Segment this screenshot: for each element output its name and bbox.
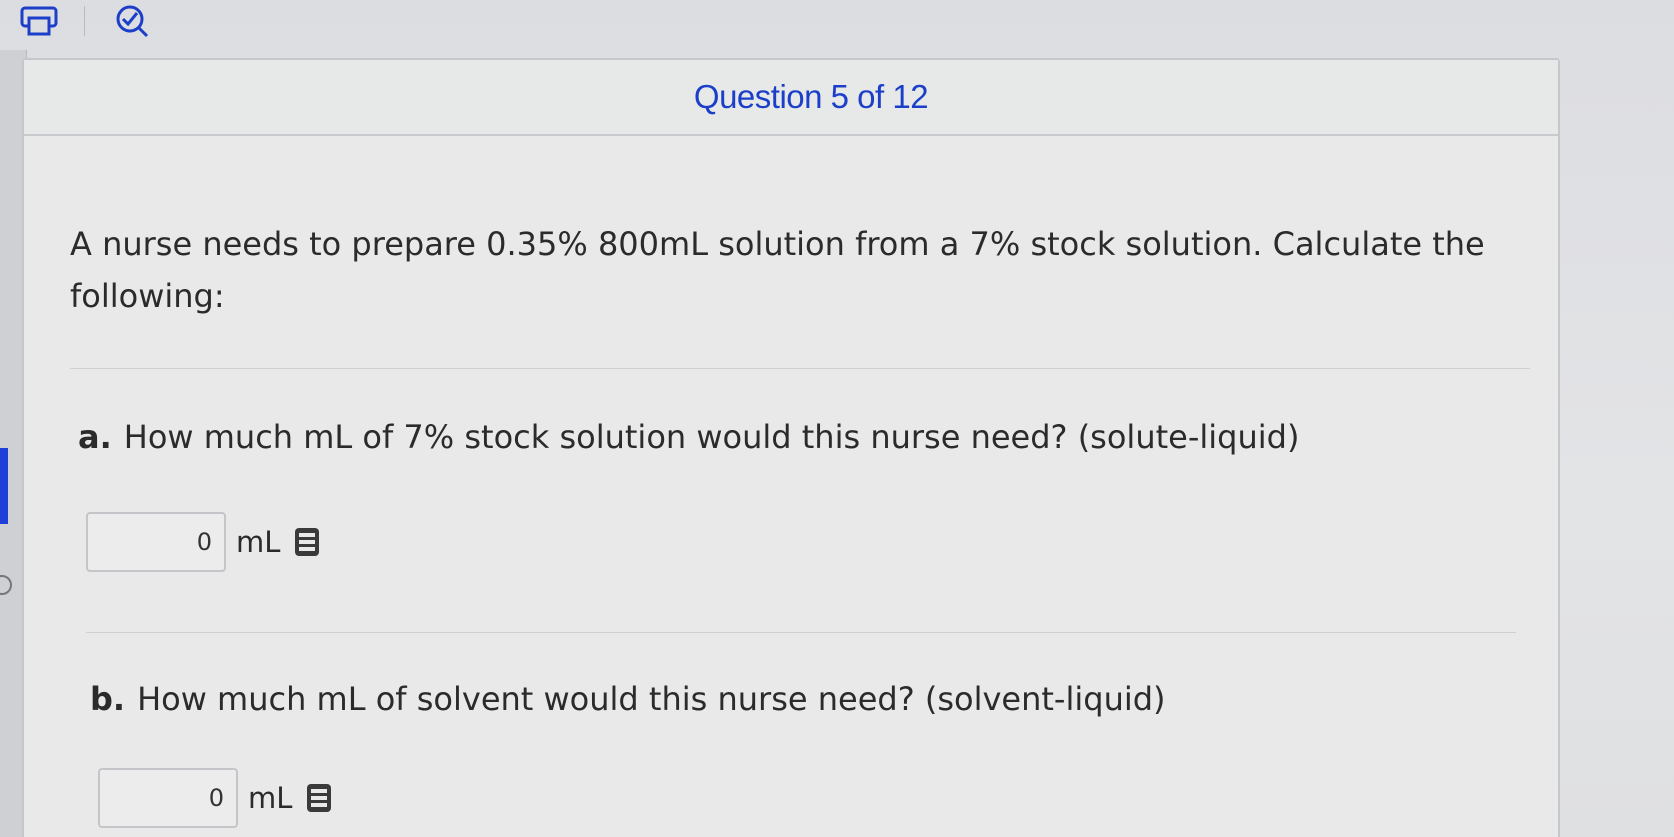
part-a-answer-input[interactable]: [86, 512, 226, 572]
part-b-answer-row: mL: [98, 768, 332, 828]
part-b-letter: b.: [90, 680, 126, 718]
part-a-text: How much mL of 7% stock solution would t…: [123, 418, 1300, 456]
part-divider: [86, 632, 1516, 633]
question-header: Question 5 of 12: [24, 60, 1558, 136]
checklist-icon[interactable]: [110, 4, 154, 38]
part-a-unit: mL: [236, 525, 281, 559]
question-counter: Question 5 of 12: [693, 78, 929, 115]
part-b-question: b. How much mL of solvent would this nurs…: [90, 680, 1166, 718]
toolbar-divider: [84, 6, 85, 36]
left-edge-icon[interactable]: [0, 574, 14, 596]
prompt-divider: [70, 368, 1530, 369]
question-prompt: A nurse needs to prepare 0.35% 800mL sol…: [70, 225, 1485, 315]
left-active-indicator: [0, 448, 8, 524]
question-card: Question 5 of 12 A nurse needs to prepar…: [22, 58, 1560, 837]
part-a-letter: a.: [78, 418, 112, 456]
screen: Question 5 of 12 A nurse needs to prepar…: [0, 0, 1674, 837]
print-icon[interactable]: [18, 4, 62, 38]
calculator-icon[interactable]: [294, 527, 320, 557]
part-b-answer-input[interactable]: [98, 768, 238, 828]
part-a-question: a. How much mL of 7% stock solution would…: [78, 418, 1299, 456]
part-b-unit: mL: [248, 781, 293, 815]
calculator-icon[interactable]: [306, 783, 332, 813]
part-a-answer-row: mL: [86, 512, 320, 572]
part-b-text: How much mL of solvent would this nurse …: [137, 680, 1166, 718]
